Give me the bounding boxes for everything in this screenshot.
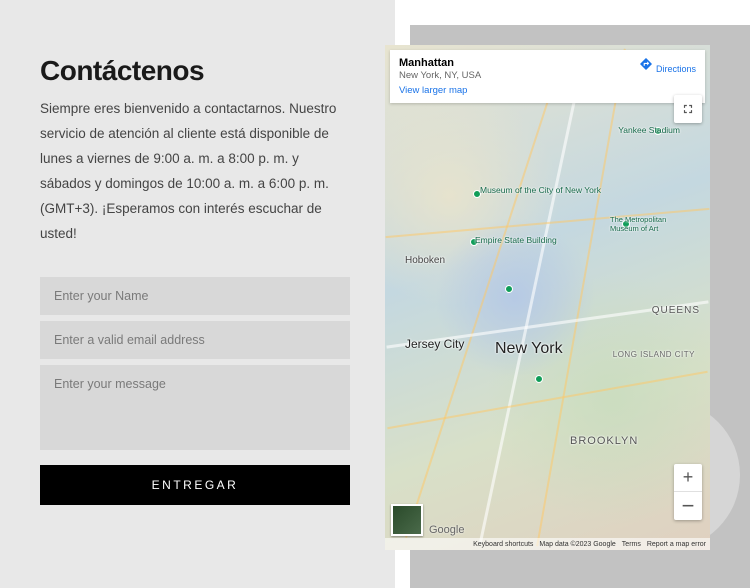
directions-icon (639, 57, 653, 71)
map-label-hoboken: Hoboken (405, 255, 445, 266)
satellite-toggle[interactable] (391, 504, 423, 536)
map-data-text: Map data ©2023 Google (539, 541, 615, 548)
fullscreen-icon (681, 102, 695, 116)
map-info-title: Manhattan (399, 57, 481, 69)
map-label-longisland: LONG ISLAND CITY (613, 350, 695, 359)
google-logo: Google (429, 524, 464, 536)
terms-link[interactable]: Terms (622, 541, 641, 548)
directions-button[interactable]: Directions (639, 57, 696, 74)
directions-label: Directions (656, 64, 696, 74)
zoom-control: + − (674, 464, 702, 520)
map-attribution: Keyboard shortcuts Map data ©2023 Google… (385, 538, 710, 550)
map-container[interactable]: New York Jersey City BROOKLYN QUEENS Hob… (385, 45, 710, 550)
poi-marker[interactable] (535, 375, 543, 383)
map-info-subtitle: New York, NY, USA (399, 70, 481, 81)
report-error-link[interactable]: Report a map error (647, 541, 706, 548)
zoom-out-button[interactable]: − (674, 492, 702, 520)
map-label-met-museum: The Metropolitan Museum of Art (610, 215, 690, 233)
map-label-queens: QUEENS (652, 305, 700, 316)
name-input[interactable] (40, 277, 350, 315)
message-input[interactable] (40, 365, 350, 450)
map-label-museum-city: Museum of the City of New York (480, 185, 601, 195)
map-label-newyork: New York (495, 340, 563, 358)
submit-button[interactable]: ENTREGAR (40, 465, 350, 505)
map-roads (385, 45, 710, 550)
keyboard-shortcuts-link[interactable]: Keyboard shortcuts (473, 541, 533, 548)
description-text: Siempre eres bienvenido a contactarnos. … (40, 97, 350, 247)
contact-column: Contáctenos Siempre eres bienvenido a co… (40, 55, 350, 505)
map-label-yankee: Yankee Stadium (618, 125, 680, 135)
map-label-brooklyn: BROOKLYN (570, 435, 638, 447)
email-input[interactable] (40, 321, 350, 359)
map-info-card: Manhattan New York, NY, USA View larger … (390, 50, 705, 103)
page-title: Contáctenos (40, 55, 350, 87)
poi-marker[interactable] (505, 285, 513, 293)
zoom-in-button[interactable]: + (674, 464, 702, 492)
view-larger-map-link[interactable]: View larger map (399, 85, 481, 96)
map-label-jerseycity: Jersey City (405, 337, 464, 351)
fullscreen-button[interactable] (674, 95, 702, 123)
map-label-empire-state: Empire State Building (475, 235, 557, 245)
